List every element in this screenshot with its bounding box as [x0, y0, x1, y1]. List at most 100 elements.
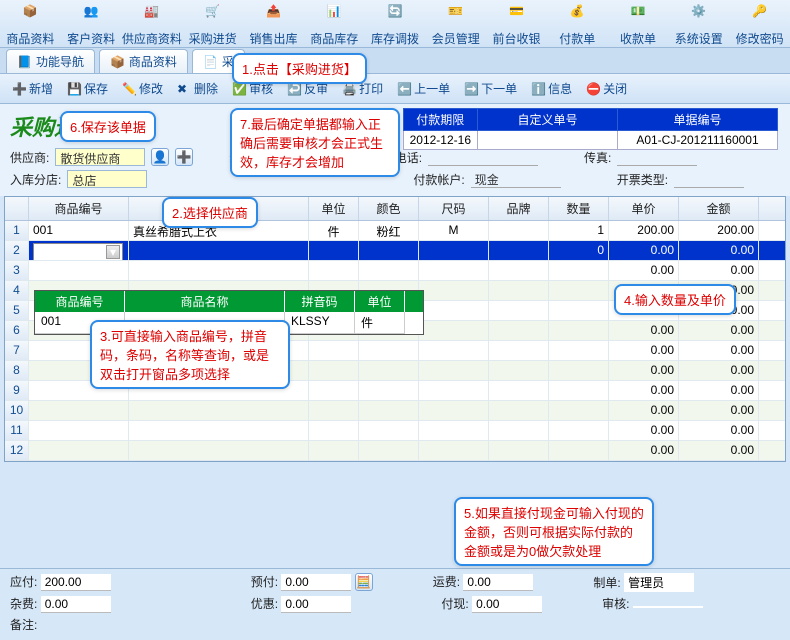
menu-label: 前台收银	[493, 32, 541, 46]
col-unit[interactable]: 单位	[309, 197, 359, 220]
dd-col-unit: 单位	[355, 291, 405, 312]
table-row[interactable]: 110.000.00	[5, 421, 785, 441]
payacct-label: 付款帐户:	[413, 171, 464, 188]
col-color[interactable]: 颜色	[359, 197, 419, 220]
phone-input[interactable]	[428, 148, 538, 166]
tab-goods[interactable]: 📦 商品资料	[99, 49, 188, 73]
col-code[interactable]: 商品编号	[29, 197, 129, 220]
menu-icon: 💳	[505, 4, 529, 28]
tab-nav[interactable]: 📘 功能导航	[6, 49, 95, 73]
col-qty[interactable]: 数量	[549, 197, 609, 220]
callout-2: 2.选择供应商	[162, 197, 258, 228]
footer: 应付: 200.00 预付: 0.00 🧮 运费: 0.00 制单: 管理员 杂…	[0, 568, 790, 640]
edit-button[interactable]: ✏️修改	[116, 78, 169, 99]
toolbar: ➕新增 💾保存 ✏️修改 ✖删除 ✅审核 ↩️反审 🖨️打印 ⬅️上一单 ➡️下…	[0, 74, 790, 104]
table-row[interactable]: 120.000.00	[5, 441, 785, 461]
menu-icon: 🔄	[383, 4, 407, 28]
callout-6: 6.保存该单据	[60, 111, 156, 142]
val-paylimit[interactable]: 2012-12-16	[403, 131, 477, 150]
chevron-down-icon[interactable]: ▾	[106, 245, 120, 259]
menu-0[interactable]: 📦商品资料	[0, 0, 61, 47]
dd-col-code: 商品编号	[35, 291, 125, 312]
prev-button[interactable]: ⬅️上一单	[391, 78, 456, 99]
info-icon: ℹ️	[531, 82, 545, 96]
menu-label: 收款单	[620, 32, 656, 46]
menu-10[interactable]: 💵 收款单	[608, 0, 669, 47]
tab-bar: 📘 功能导航 📦 商品资料 📄 采	[0, 48, 790, 74]
branch-label: 入库分店:	[10, 171, 61, 188]
menu-label: 修改密码	[736, 32, 784, 46]
menu-icon: 💰	[565, 4, 589, 28]
menu-label: 供应商资料	[122, 32, 182, 46]
menu-12[interactable]: 🔑修改密码	[729, 0, 790, 47]
dd-col-name: 商品名称	[125, 291, 285, 312]
supplier-input[interactable]: 散货供应商	[55, 148, 145, 166]
misc-value[interactable]: 0.00	[41, 596, 111, 613]
prepay-value[interactable]: 0.00	[281, 574, 351, 591]
invtype-input[interactable]	[674, 170, 744, 188]
branch-input[interactable]: 总店	[67, 170, 147, 188]
val-custom[interactable]	[478, 131, 618, 150]
freight-label: 运费:	[433, 575, 460, 589]
table-row[interactable]: 100.000.00	[5, 401, 785, 421]
supplier-label: 供应商:	[10, 149, 49, 166]
table-row[interactable]: 1001真丝希腊式上衣件粉红M1200.00200.00	[5, 221, 785, 241]
menu-4[interactable]: 📤销售出库	[243, 0, 304, 47]
search-icon: 👤	[153, 150, 168, 164]
val-billno[interactable]: A01-CJ-201211160001	[618, 131, 778, 150]
payacct-input[interactable]: 现金	[471, 170, 561, 188]
delete-button[interactable]: ✖删除	[171, 78, 224, 99]
menu-1[interactable]: 👥客户资料	[61, 0, 122, 47]
delete-icon: ✖	[177, 82, 191, 96]
menu-8[interactable]: 💳 前台收银	[486, 0, 547, 47]
table-row[interactable]: 30.000.00	[5, 261, 785, 281]
menu-5[interactable]: 📊 商品库存	[304, 0, 365, 47]
col-billno: 单据编号	[618, 109, 778, 131]
calc-button[interactable]: 🧮	[355, 573, 373, 591]
col-brand[interactable]: 品牌	[489, 197, 549, 220]
code-combo: ▾	[33, 243, 123, 260]
disc-value[interactable]: 0.00	[281, 596, 351, 613]
menu-2[interactable]: 🏭供应商资料	[122, 0, 183, 47]
menu-11[interactable]: ⚙️系统设置	[668, 0, 729, 47]
new-button[interactable]: ➕新增	[6, 78, 59, 99]
callout-3: 3.可直接输入商品编号，拼音码，条码，名称等查询，或是双击打开窗品多项选择	[90, 320, 290, 389]
table-row[interactable]: 2▾00.000.00	[5, 241, 785, 261]
maker-value: 管理员	[624, 573, 694, 592]
menu-icon: 💵	[626, 4, 650, 28]
menu-label: 商品库存	[310, 32, 358, 46]
col-price[interactable]: 单价	[609, 197, 679, 220]
menu-6[interactable]: 🔄 库存调拨	[365, 0, 426, 47]
tab-label: 功能导航	[36, 53, 84, 70]
edit-icon: ✏️	[122, 82, 136, 96]
menu-label: 库存调拨	[371, 32, 419, 46]
left-icon: ⬅️	[397, 82, 411, 96]
freight-value[interactable]: 0.00	[463, 574, 533, 591]
disc-label: 优惠:	[251, 597, 278, 611]
menu-9[interactable]: 💰 付款单	[547, 0, 608, 47]
menu-3[interactable]: 🛒采购进货	[182, 0, 243, 47]
auditor-value	[633, 606, 703, 608]
maker-label: 制单:	[593, 576, 620, 590]
save-button[interactable]: 💾保存	[61, 78, 114, 99]
prepay-label: 预付:	[251, 575, 278, 589]
menu-label: 采购进货	[189, 32, 237, 46]
menu-label: 商品资料	[6, 32, 54, 46]
supplier-add[interactable]: ➕	[175, 148, 193, 166]
menu-icon: 📊	[322, 4, 346, 28]
col-size[interactable]: 尺码	[419, 197, 489, 220]
invtype-label: 开票类型:	[617, 171, 668, 188]
callout-7: 7.最后确定单据都输入正确后需要审核才会正式生效，库存才会增加	[230, 108, 400, 177]
right-icon: ➡️	[464, 82, 478, 96]
col-amount[interactable]: 金额	[679, 197, 759, 220]
info-button[interactable]: ℹ️信息	[525, 78, 578, 99]
supplier-picker[interactable]: 👤	[151, 148, 169, 166]
next-button[interactable]: ➡️下一单	[458, 78, 523, 99]
menu-label: 付款单	[559, 32, 595, 46]
close-button[interactable]: ⛔关闭	[580, 78, 633, 99]
fax-input[interactable]	[617, 148, 697, 166]
paid-value[interactable]: 0.00	[472, 596, 542, 613]
menu-7[interactable]: 🎫会员管理	[425, 0, 486, 47]
menu-icon: 🎫	[444, 4, 468, 28]
due-value[interactable]: 200.00	[41, 574, 111, 591]
